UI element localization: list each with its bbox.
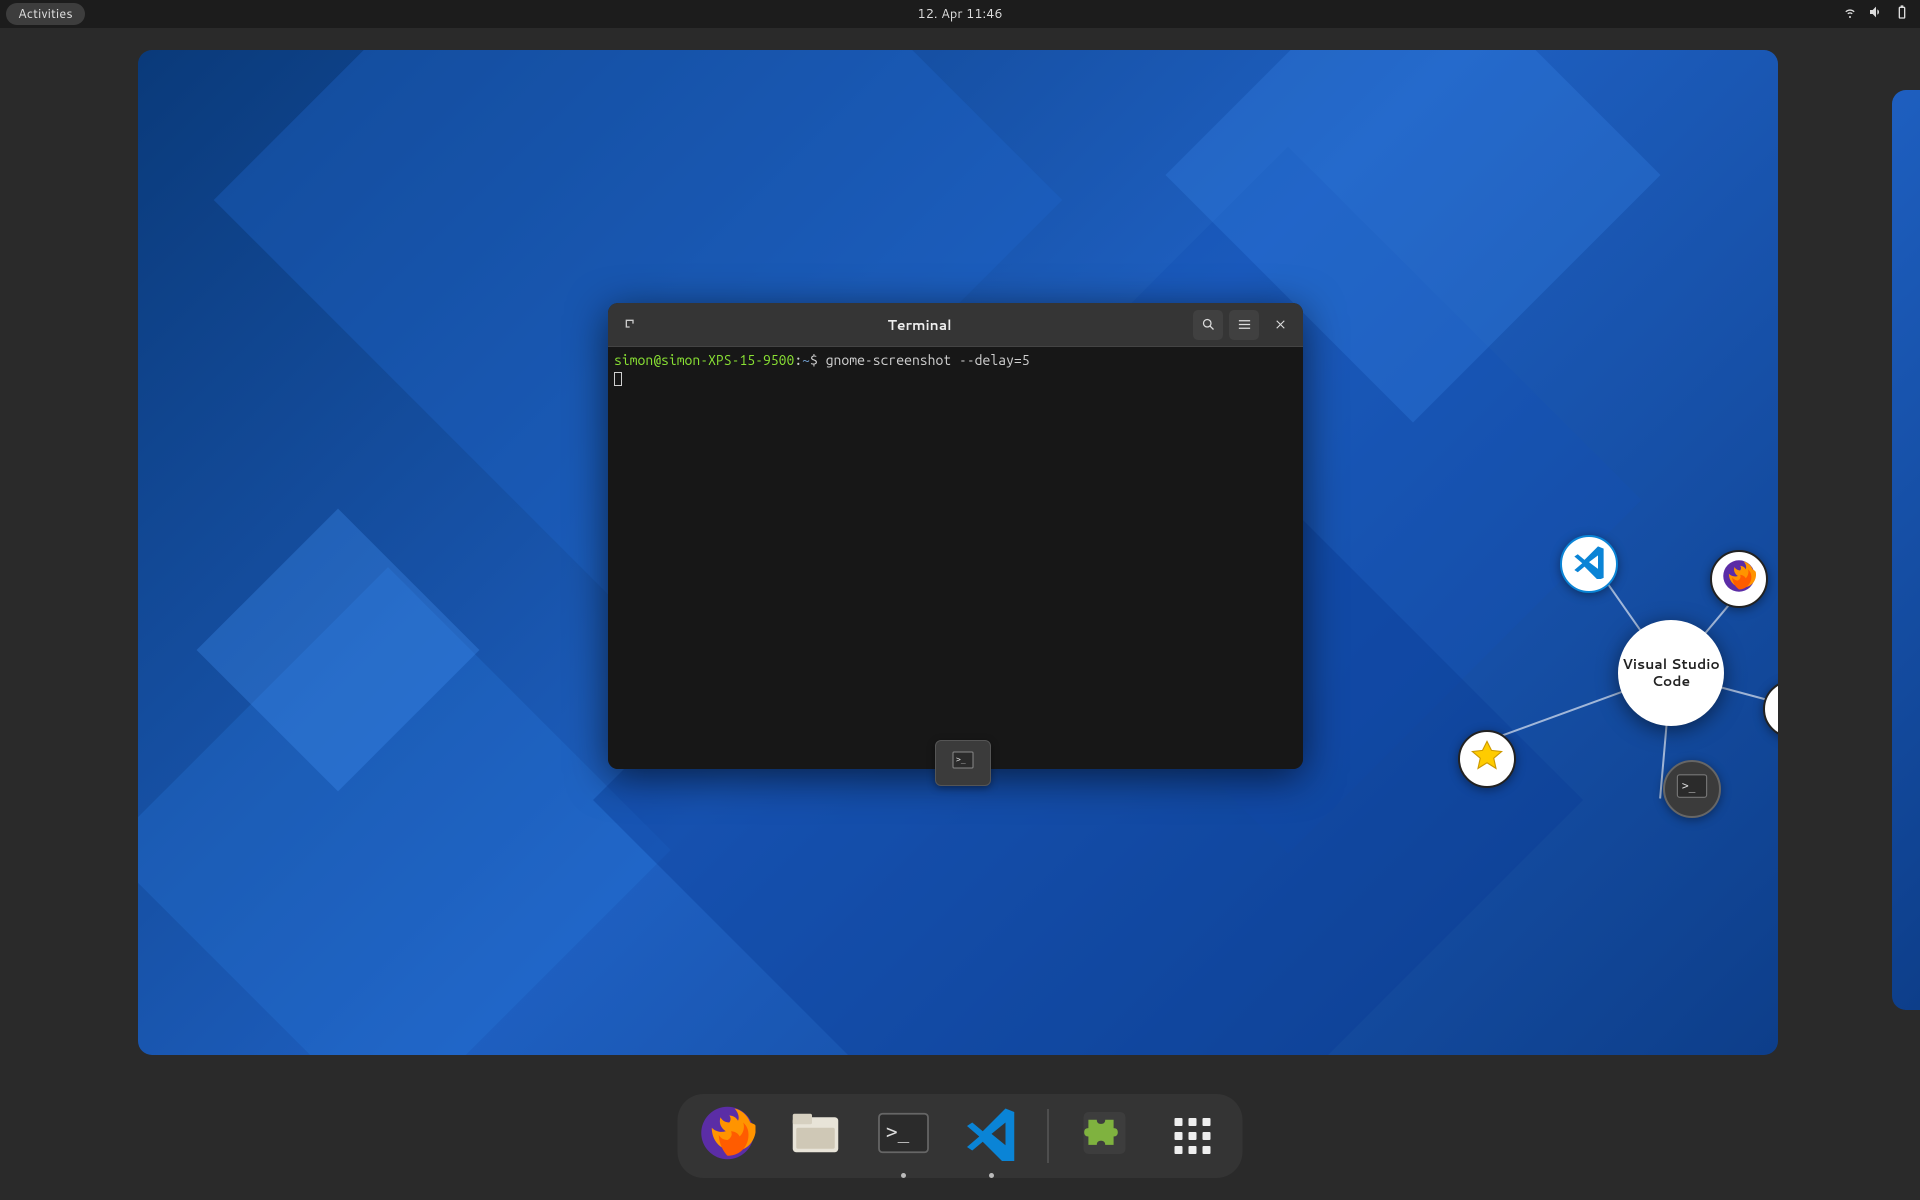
- files-icon: [788, 1105, 844, 1167]
- terminal-prompt-path: ~: [802, 352, 810, 368]
- apps-grid-icon: [1173, 1116, 1213, 1156]
- terminal-prompt-sep: :: [794, 352, 802, 368]
- workspace-current[interactable]: Terminal simon@simon-XPS-15-9500:~$ gnom…: [138, 50, 1778, 1055]
- volume-icon: [1868, 4, 1884, 25]
- dock-item-firefox[interactable]: [696, 1104, 760, 1168]
- dock-item-files[interactable]: [784, 1104, 848, 1168]
- window-app-icon[interactable]: >_: [935, 740, 991, 786]
- terminal-icon: >_: [876, 1105, 932, 1167]
- firefox-icon: [1721, 558, 1757, 600]
- terminal-cursor: [614, 372, 622, 386]
- svg-text:>_: >_: [1682, 779, 1696, 792]
- terminal-prompt-char: $: [810, 352, 818, 368]
- clock[interactable]: 12. Apr 11:46: [917, 5, 1002, 23]
- dock-item-extensions[interactable]: [1073, 1104, 1137, 1168]
- terminal-window[interactable]: Terminal simon@simon-XPS-15-9500:~$ gnom…: [608, 303, 1303, 769]
- running-indicator: [989, 1173, 994, 1178]
- star-icon: [1469, 738, 1505, 780]
- svg-text:>_: >_: [886, 1120, 910, 1143]
- wifi-icon: [1842, 4, 1858, 25]
- status-area[interactable]: [1842, 0, 1910, 28]
- new-tab-button[interactable]: [616, 310, 646, 340]
- terminal-title: Terminal: [652, 315, 1187, 335]
- terminal-icon: >_: [1674, 768, 1710, 810]
- dock-item-show-apps[interactable]: [1161, 1104, 1225, 1168]
- battery-icon: [1894, 4, 1910, 25]
- close-button[interactable]: [1265, 310, 1295, 340]
- puzzle-icon: [1077, 1105, 1133, 1167]
- pie-menu-center[interactable]: Visual Studio Code: [1618, 620, 1724, 726]
- search-button[interactable]: [1193, 310, 1223, 340]
- hamburger-menu-button[interactable]: [1229, 310, 1259, 340]
- files-icon: [1774, 688, 1778, 730]
- workspace-next[interactable]: [1892, 90, 1920, 1010]
- running-indicator: [901, 1173, 906, 1178]
- terminal-titlebar: Terminal: [608, 303, 1303, 347]
- terminal-prompt-user: simon@simon-XPS-15-9500: [614, 352, 794, 368]
- firefox-icon: [700, 1105, 756, 1167]
- pie-item-firefox[interactable]: [1710, 550, 1768, 608]
- pie-menu-center-label: Visual Studio Code: [1618, 656, 1724, 690]
- dock: >_: [678, 1094, 1243, 1178]
- pie-item-files[interactable]: [1763, 680, 1778, 738]
- terminal-body[interactable]: simon@simon-XPS-15-9500:~$ gnome-screens…: [608, 347, 1303, 769]
- vscode-icon: [964, 1105, 1020, 1167]
- pie-item-favorites[interactable]: [1458, 730, 1516, 788]
- pie-item-vscode[interactable]: [1560, 535, 1618, 593]
- svg-text:>_: >_: [956, 755, 966, 764]
- dock-item-vscode[interactable]: [960, 1104, 1024, 1168]
- dock-separator: [1048, 1109, 1049, 1163]
- pie-menu: Visual Studio Code >_: [1488, 500, 1778, 900]
- activities-button[interactable]: Activities: [6, 3, 85, 25]
- terminal-command: gnome-screenshot --delay=5: [826, 352, 1030, 368]
- vscode-icon: [1571, 543, 1607, 585]
- dock-item-terminal[interactable]: >_: [872, 1104, 936, 1168]
- pie-item-terminal[interactable]: >_: [1663, 760, 1721, 818]
- top-bar: Activities 12. Apr 11:46: [0, 0, 1920, 28]
- terminal-icon: >_: [948, 748, 978, 778]
